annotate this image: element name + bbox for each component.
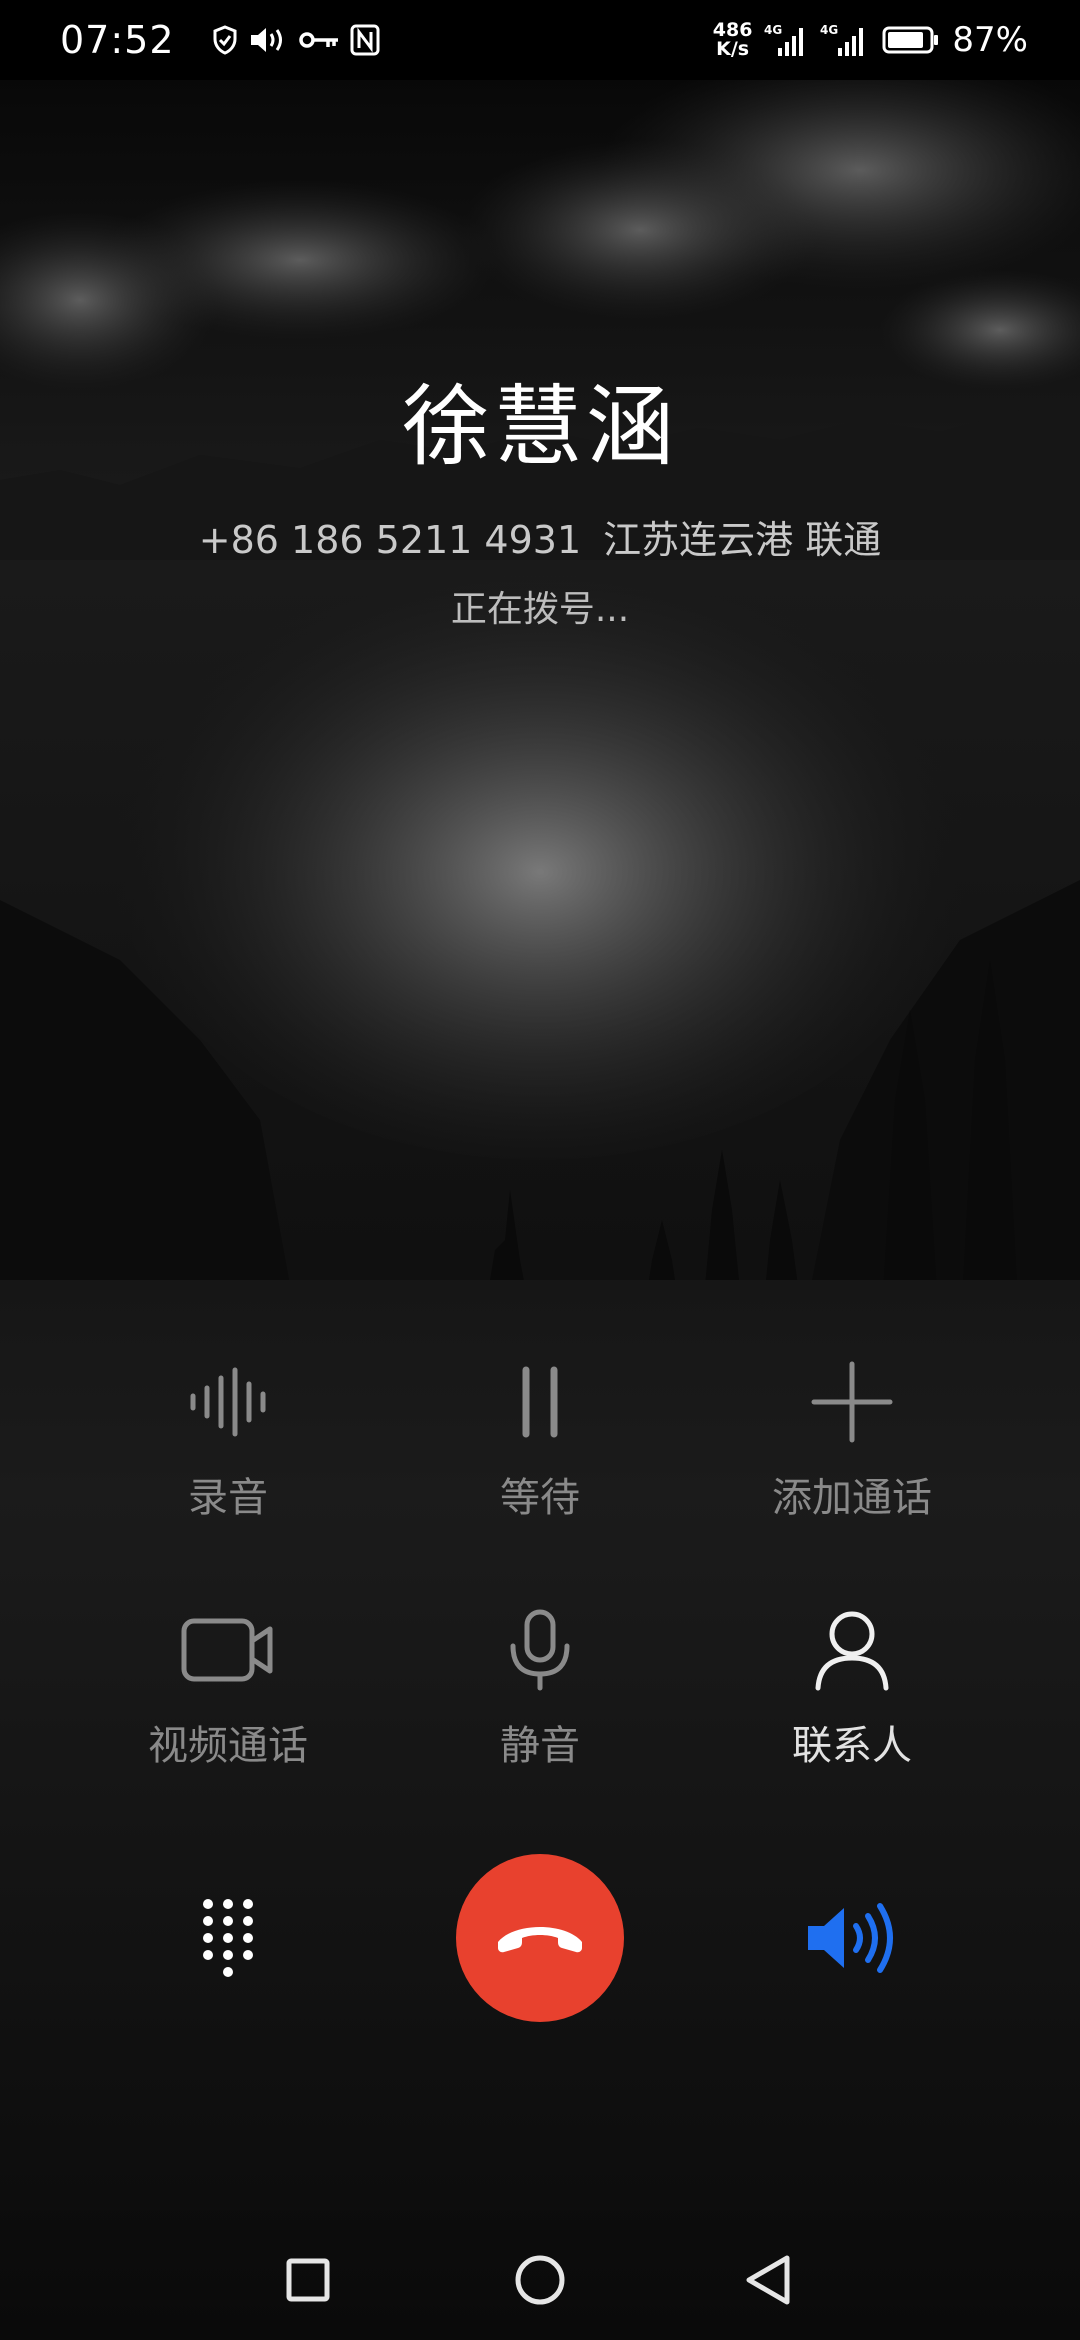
person-icon <box>802 1600 902 1700</box>
pause-icon <box>490 1352 590 1452</box>
signal-icon: 4G <box>764 23 804 56</box>
contacts-button[interactable]: 联系人 <box>702 1600 1002 1800</box>
home-button[interactable] <box>500 2240 580 2320</box>
speaker-icon <box>808 1903 893 1973</box>
record-button[interactable]: 录音 <box>78 1352 378 1552</box>
circle-home-icon <box>515 2255 565 2305</box>
dialpad-button[interactable] <box>178 1888 278 1988</box>
nfc-icon <box>350 24 380 56</box>
status-left-icons <box>212 20 380 60</box>
mute-label: 静音 <box>500 1723 580 1769</box>
triangle-back-icon <box>746 2255 790 2305</box>
back-button[interactable] <box>728 2240 808 2320</box>
status-bar: 07:52 486 K/s 4G 4G 87% <box>0 0 1080 80</box>
record-label: 录音 <box>188 1475 268 1521</box>
volume-icon <box>251 28 282 52</box>
add-call-button[interactable]: 添加通话 <box>702 1352 1002 1552</box>
waveform-icon <box>178 1352 278 1452</box>
sim2-network-type: 4G <box>820 23 838 37</box>
caller-detail: +86 186 5211 4931 江苏连云港 联通 <box>0 512 1080 568</box>
end-call-button[interactable] <box>456 1854 624 2022</box>
plus-icon <box>802 1352 902 1452</box>
video-camera-icon <box>178 1600 278 1700</box>
battery-icon <box>882 26 939 54</box>
key-icon <box>299 32 338 48</box>
call-status: 正在拨号... <box>450 589 630 630</box>
dialpad-icon <box>203 1899 253 1977</box>
network-speed-unit: K/s <box>716 38 750 60</box>
call-screen: 07:52 486 K/s 4G 4G 87% 徐慧涵 +86 186 5211… <box>0 0 1080 2340</box>
status-right-icons: 486 K/s 4G 4G 87% <box>713 12 1028 68</box>
contacts-label: 联系人 <box>792 1723 912 1769</box>
network-speed: 486 K/s <box>713 21 753 59</box>
battery-percent: 87% <box>952 20 1028 60</box>
background-landscape <box>0 0 1080 1340</box>
mute-button[interactable]: 静音 <box>390 1600 690 1800</box>
sim1-network-type: 4G <box>764 23 782 37</box>
signal-icon: 4G <box>820 23 864 56</box>
status-time: 07:52 <box>60 18 175 62</box>
caller-location-carrier: 江苏连云港 联通 <box>603 518 882 562</box>
video-call-label: 视频通话 <box>148 1723 308 1769</box>
video-call-button[interactable]: 视频通话 <box>78 1600 378 1800</box>
hang-up-icon <box>498 1927 582 1953</box>
microphone-icon <box>490 1600 590 1700</box>
recents-button[interactable] <box>268 2240 348 2320</box>
caller-name: 徐慧涵 <box>401 375 678 478</box>
hold-label: 等待 <box>500 1475 580 1521</box>
hold-button[interactable]: 等待 <box>390 1352 690 1552</box>
add-call-label: 添加通话 <box>772 1475 932 1521</box>
speaker-button[interactable] <box>800 1888 900 1988</box>
square-recents-icon <box>286 2258 330 2302</box>
shield-icon <box>213 25 237 55</box>
caller-number: +86 186 5211 4931 <box>198 518 582 562</box>
